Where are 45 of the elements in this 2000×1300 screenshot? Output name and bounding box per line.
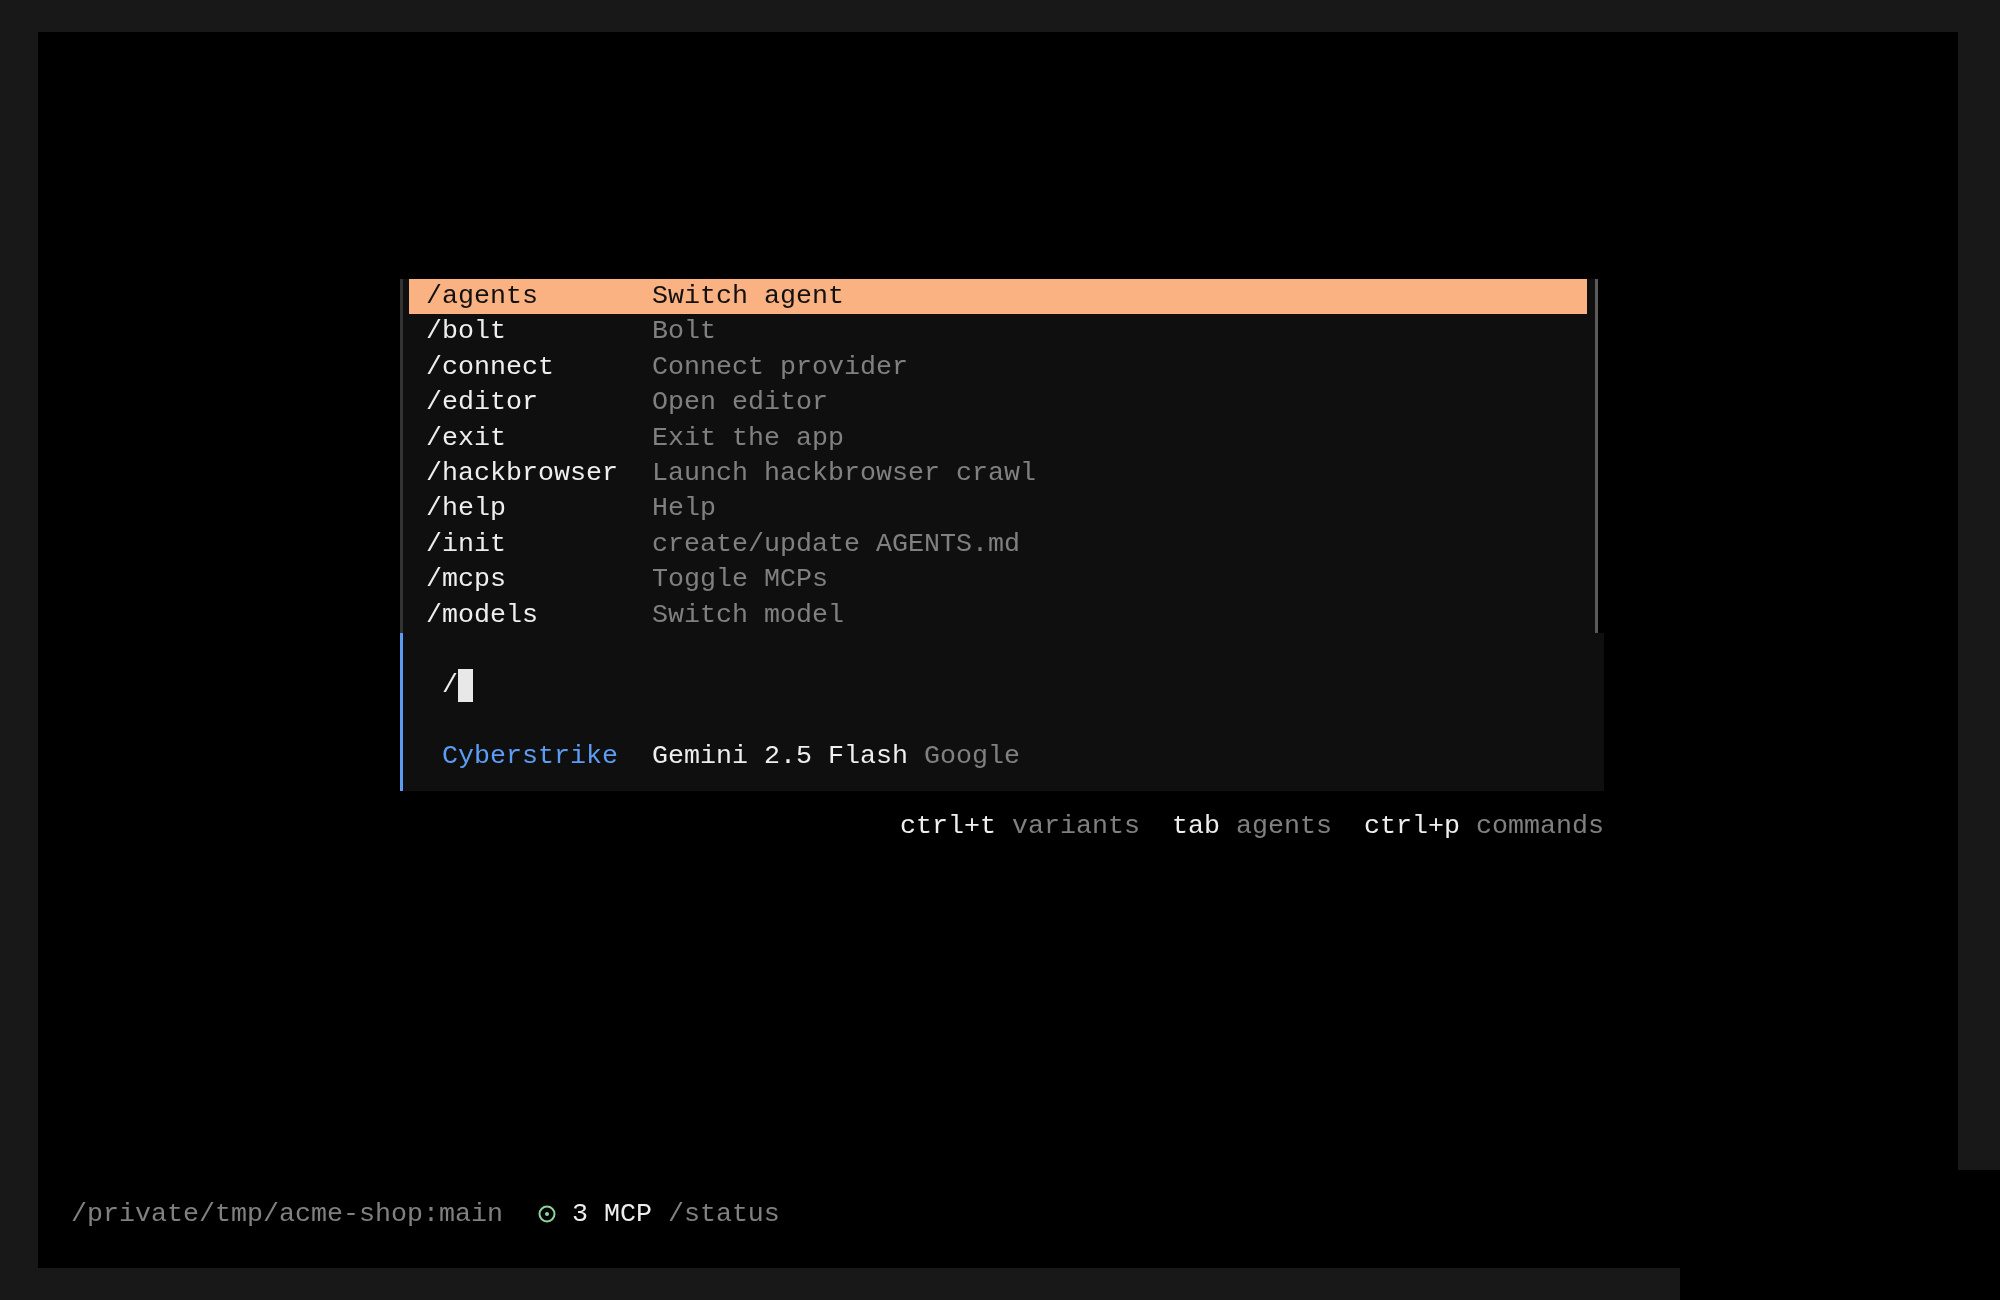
command-item[interactable]: /mcps Toggle MCPs [409, 562, 1587, 598]
command-item[interactable]: /agents Switch agent [409, 279, 1587, 315]
command-name: /models [426, 598, 539, 632]
command-name: /exit [426, 421, 507, 455]
command-description: Connect provider [652, 350, 908, 384]
shortcut-label: agents [1236, 810, 1333, 844]
command-description: Launch hackbrowser crawl [652, 456, 1036, 490]
prompt-input[interactable]: / [442, 667, 1590, 704]
command-item[interactable]: /init create/update AGENTS.md [409, 526, 1587, 563]
command-description: create/update AGENTS.md [652, 527, 1020, 561]
command-description: Bolt [652, 315, 716, 349]
command-item[interactable]: /hackbrowser Launch hackbrowser crawl [409, 455, 1587, 492]
command-name: /bolt [426, 315, 507, 349]
command-name: /connect [426, 350, 555, 384]
mcp-count: 3 MCP [571, 1197, 652, 1231]
project-path: /private/tmp/acme-shop:main [71, 1197, 503, 1231]
shortcut-label: variants [1012, 810, 1141, 844]
shortcut-key: ctrl+t [900, 809, 997, 845]
command-item[interactable]: /bolt Bolt [409, 314, 1587, 350]
command-name: /hackbrowser [426, 456, 619, 490]
cursor-icon [458, 669, 473, 703]
command-description: Open editor [652, 386, 828, 420]
command-item[interactable]: /editor Open editor [409, 385, 1587, 421]
shortcut-key: ctrl+p [1364, 809, 1460, 845]
command-description: Switch agent [652, 280, 844, 313]
command-description: Help [652, 492, 716, 526]
command-name: /mcps [426, 563, 507, 597]
command-item[interactable]: /models Switch model [409, 597, 1587, 633]
command-name: /help [426, 492, 507, 526]
circled-dot-icon [537, 1205, 556, 1224]
status-command: /status [667, 1197, 780, 1231]
command-item[interactable]: /exit Exit the app [409, 420, 1587, 456]
command-item[interactable]: /help Help [409, 491, 1587, 527]
command-description: Exit the app [652, 421, 844, 455]
command-name: /editor [426, 386, 539, 420]
command-name: /init [426, 527, 507, 561]
command-item[interactable]: /connect Connect provider [409, 349, 1587, 386]
model-name: Gemini 2.5 Flash [652, 739, 908, 773]
command-name: /agents [426, 280, 539, 313]
shortcut-label: commands [1476, 810, 1604, 844]
agent-name: Cyberstrike [442, 739, 619, 773]
command-description: Switch model [652, 598, 844, 632]
shortcut-key: tab [1172, 809, 1221, 845]
provider-name: Google [923, 739, 1020, 773]
command-description: Toggle MCPs [652, 563, 828, 597]
